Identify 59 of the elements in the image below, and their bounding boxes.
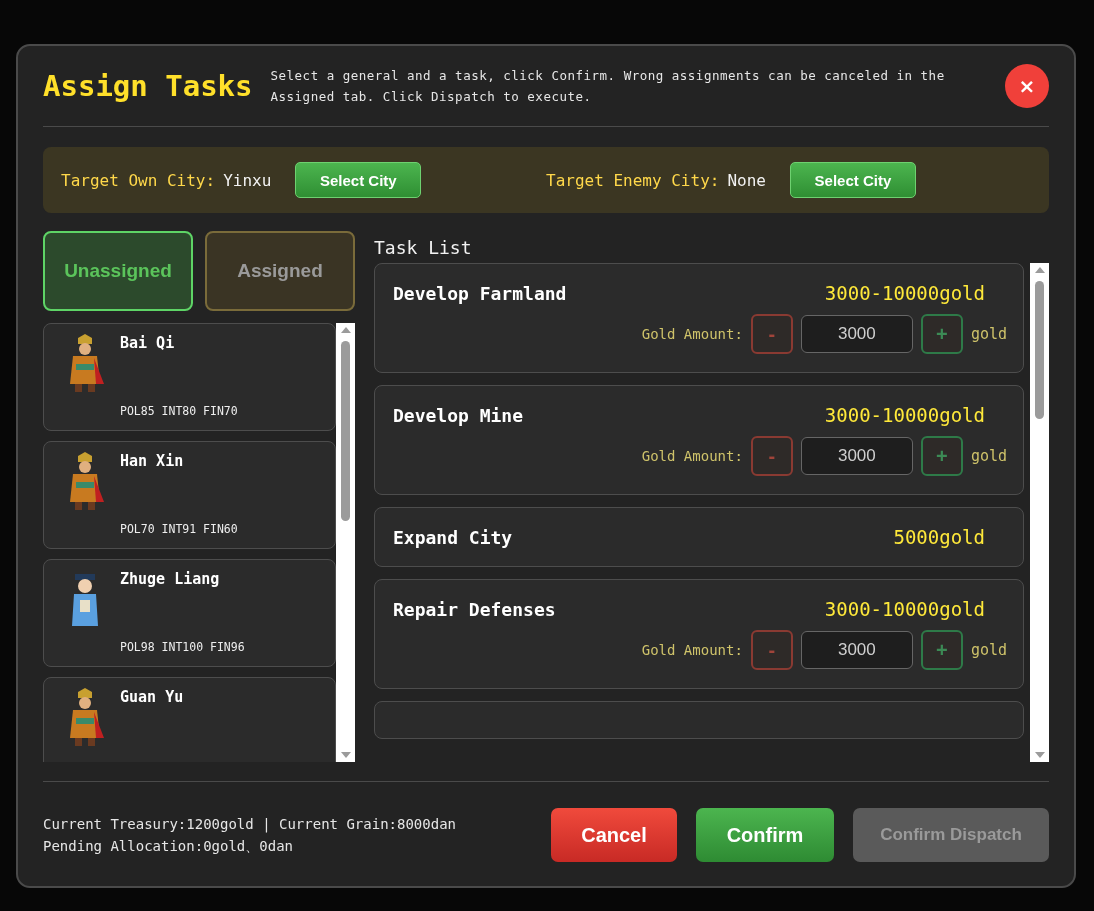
unit-label: gold	[970, 447, 1007, 465]
decrease-button[interactable]: -	[750, 314, 793, 354]
decrease-button[interactable]: -	[750, 436, 793, 476]
task-list-title: Task List	[374, 235, 473, 260]
general-name: Han Xin	[120, 452, 185, 470]
general-card[interactable]: Bai Qi POL85 INT80 FIN70	[43, 323, 336, 431]
task-card[interactable]: Expand City 5000gold	[374, 507, 1024, 567]
target-label: Target Own City:	[61, 170, 216, 190]
select-city-button[interactable]: Select City	[789, 162, 916, 198]
task-name: Develop Farmland	[393, 282, 567, 304]
task-card[interactable]: Repair Defenses 3000-10000gold Gold Amount: - 3000 + gold	[374, 579, 1024, 689]
task-card[interactable]: Develop Mine 3000-10000gold Gold Amount: - 3000 + gold	[374, 385, 1024, 495]
general-card[interactable]: Han Xin POL70 INT91 FIN60	[43, 441, 336, 549]
general-name: Zhuge Liang	[120, 570, 221, 588]
unit-label: gold	[970, 325, 1007, 343]
treasury-summary: Current Treasury:1200gold | Current Grain:8000dan	[43, 815, 457, 835]
select-city-button[interactable]: Select City	[295, 162, 422, 198]
task-name: Expand City	[393, 526, 513, 548]
confirm-button[interactable]: Confirm	[696, 808, 834, 862]
amount-label: Gold Amount:	[641, 642, 743, 658]
task-name: Develop Mine	[393, 404, 524, 426]
general-stats: POL85 INT80 FIN70	[120, 404, 238, 418]
amount-input[interactable]: 3000	[800, 437, 913, 475]
general-name: Bai Qi	[120, 334, 176, 352]
increase-button[interactable]: +	[920, 630, 963, 670]
target-label: Target Enemy City:	[546, 170, 720, 190]
tab[interactable]: Assigned	[205, 231, 355, 311]
cancel-button[interactable]: Cancel	[551, 808, 677, 862]
general-card[interactable]: Guan Yu	[43, 677, 336, 762]
task-name: Repair Defenses	[393, 598, 556, 620]
scrollbar[interactable]	[1030, 263, 1049, 762]
dialog-title: Assign Tasks	[43, 69, 253, 103]
increase-button[interactable]: +	[920, 436, 963, 476]
task-card[interactable]	[374, 701, 1024, 739]
close-button[interactable]: ×	[1005, 64, 1049, 108]
increase-button[interactable]: +	[920, 314, 963, 354]
scrollbar-thumb[interactable]	[1035, 281, 1044, 419]
task-cost: 5000gold	[893, 526, 985, 548]
amount-input[interactable]: 3000	[800, 631, 913, 669]
task-cost: 3000-10000gold	[824, 282, 985, 304]
unit-label: gold	[970, 641, 1007, 659]
dialog-description: Select a general and a task, click Confirm. Wrong assignments can be canceled in the Assigned tab. Click Dispatch to execute.	[270, 67, 946, 106]
pending-allocation: Pending Allocation:0gold、0dan	[43, 837, 294, 856]
target-value: None	[727, 170, 766, 190]
task-cost: 3000-10000gold	[824, 404, 985, 426]
amount-input[interactable]: 3000	[800, 315, 913, 353]
decrease-button[interactable]: -	[750, 630, 793, 670]
tab[interactable]: Unassigned	[43, 231, 193, 311]
general-stats: POL98 INT100 FIN96	[120, 640, 245, 654]
scrollbar[interactable]	[336, 323, 355, 762]
task-card[interactable]: Develop Farmland 3000-10000gold Gold Amount: - 3000 + gold	[374, 263, 1024, 373]
amount-label: Gold Amount:	[641, 448, 743, 464]
general-stats: POL70 INT91 FIN60	[120, 522, 238, 536]
general-card[interactable]: Zhuge Liang POL98 INT100 FIN96	[43, 559, 336, 667]
amount-label: Gold Amount:	[641, 326, 743, 342]
task-cost: 3000-10000gold	[824, 598, 985, 620]
general-name: Guan Yu	[120, 688, 184, 706]
scrollbar-thumb[interactable]	[341, 341, 350, 521]
target-value: Yinxu	[223, 170, 272, 190]
